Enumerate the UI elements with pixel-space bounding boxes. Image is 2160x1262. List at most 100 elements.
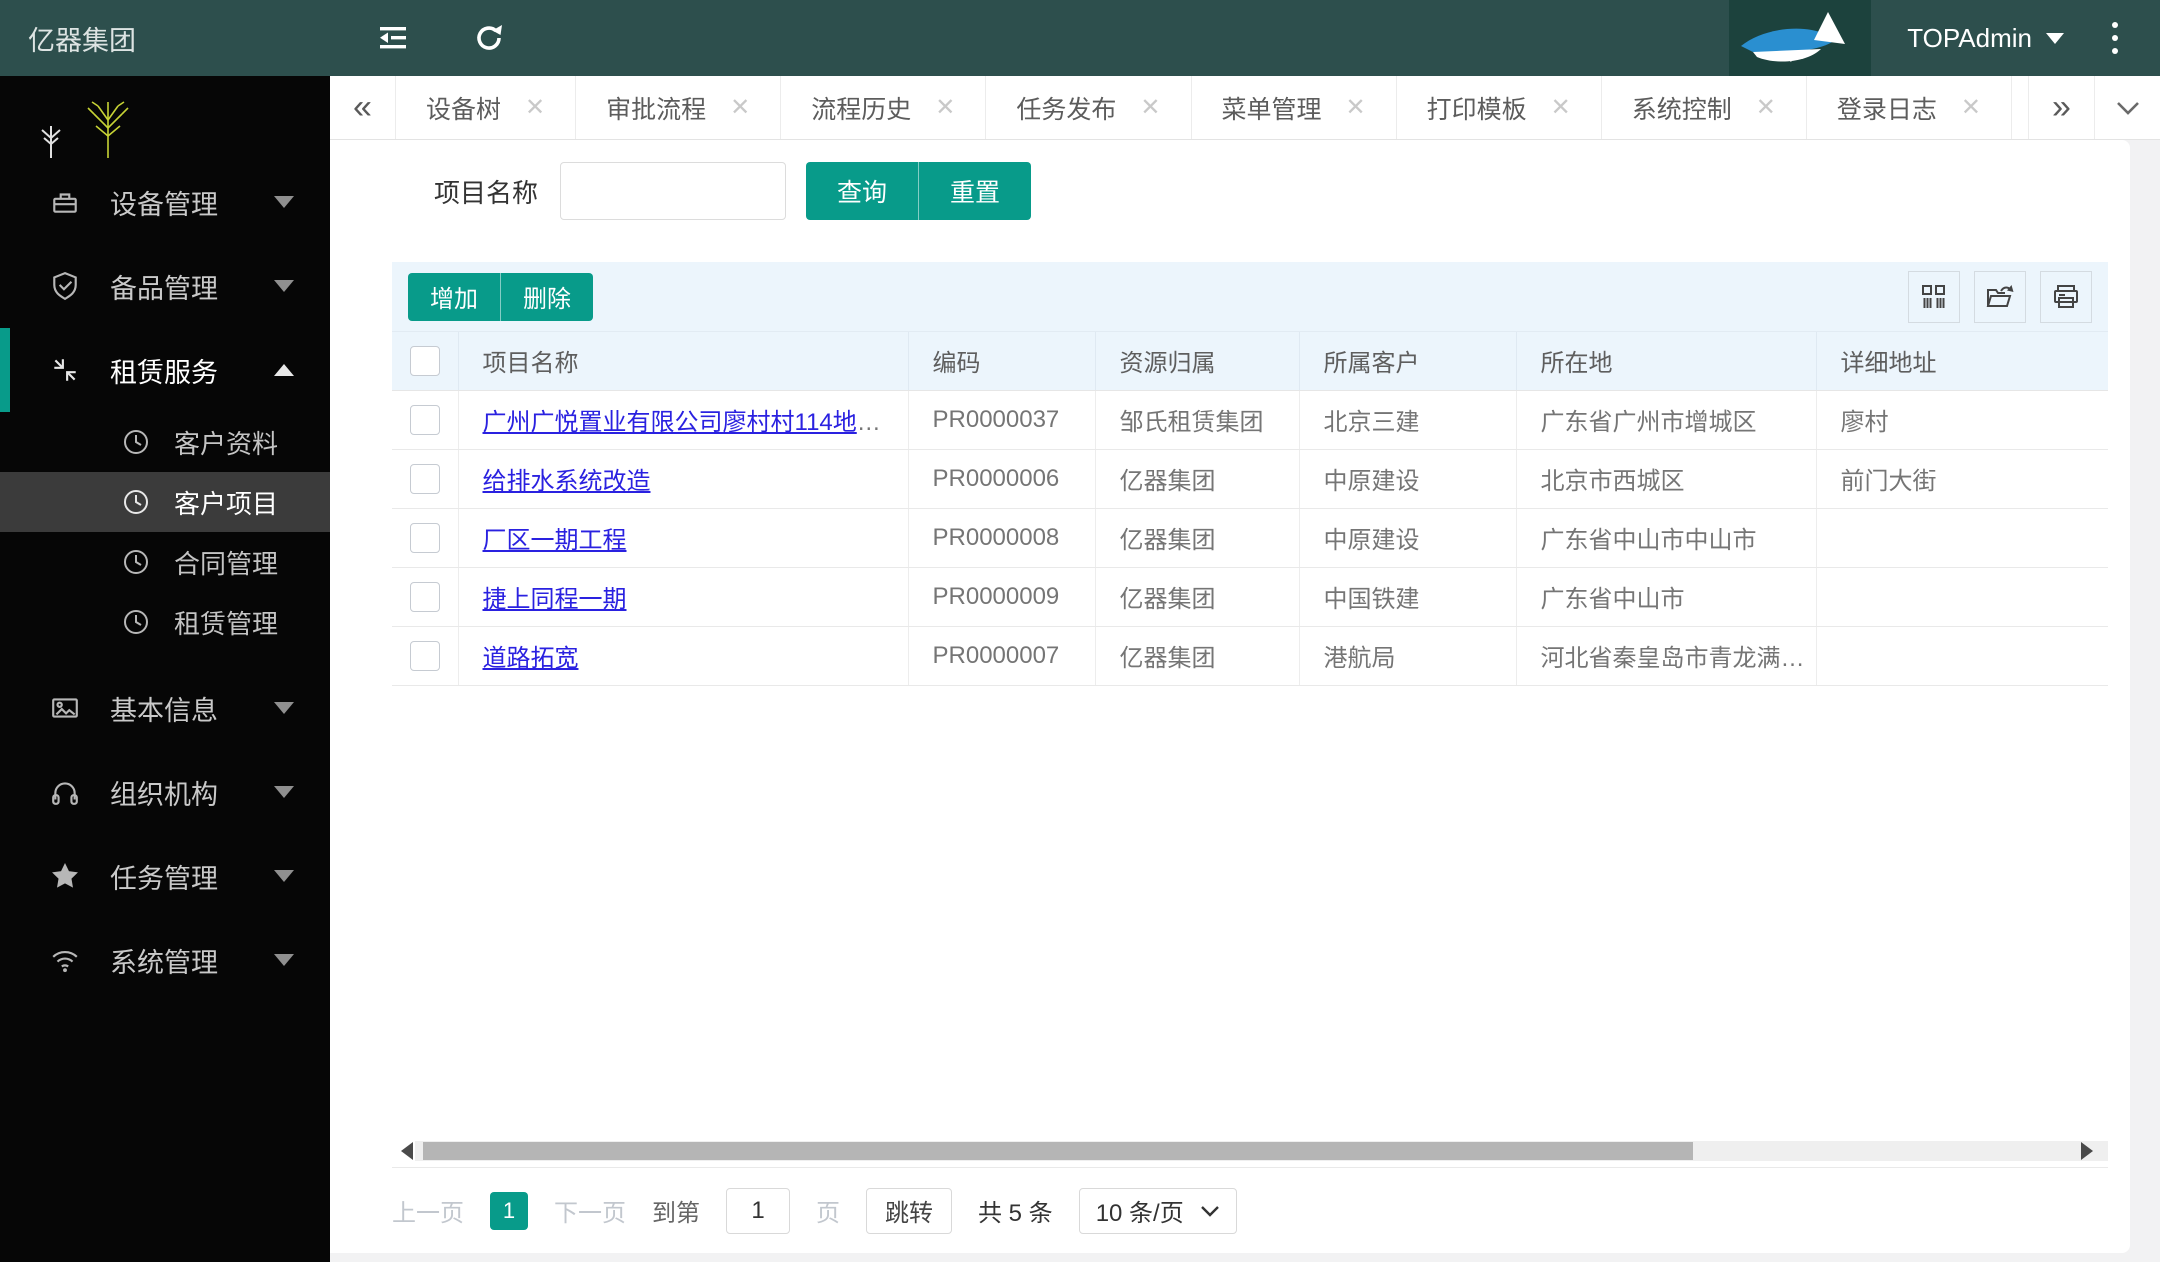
- sidebar-item-system[interactable]: 系统管理: [0, 918, 330, 1002]
- jump-button[interactable]: 跳转: [866, 1187, 952, 1234]
- total-count-label: 共 5 条: [978, 1200, 1053, 1227]
- tabs-strip: 设备树 ✕ 审批流程 ✕ 流程历史 ✕ 任务发布 ✕ 菜单管理 ✕ 打印模板 ✕ 系统控制 ✕…: [396, 76, 2028, 139]
- tab-item[interactable]: 操作日志✕: [2012, 76, 2028, 139]
- delete-button[interactable]: 删除: [500, 272, 593, 321]
- row-checkbox[interactable]: [410, 581, 440, 612]
- sidebar-item-label: 租赁服务: [110, 357, 218, 388]
- close-tab-icon[interactable]: ✕: [1140, 93, 1160, 122]
- clock-icon: [122, 548, 150, 576]
- sidebar-subitem-label: 客户项目: [174, 488, 279, 519]
- goto-prefix-label: 到第: [652, 1200, 700, 1227]
- table-row: 广州广悦置业有限公司廖村村114地块商... PR0000037 邹氏租赁集团 …: [392, 390, 2108, 450]
- horizontal-scrollbar: [392, 1141, 2108, 1161]
- tab-item[interactable]: 审批流程 ✕: [576, 76, 782, 139]
- project-link[interactable]: 道路拓宽: [483, 645, 579, 672]
- column-header: 所在地: [1516, 332, 1817, 391]
- yellow-tree-icon: [82, 98, 134, 160]
- clock-icon: [122, 488, 150, 516]
- sidebar-item-rental[interactable]: 租赁服务: [0, 328, 330, 412]
- page-size-select[interactable]: 10 条/页: [1078, 1187, 1237, 1234]
- tab-item[interactable]: 打印模板 ✕: [1397, 76, 1602, 139]
- sidebar-item-label: 基本信息: [110, 695, 218, 726]
- sidebar-subitem-customer-data[interactable]: 客户资料: [0, 412, 330, 472]
- sidebar-item-spareparts[interactable]: 备品管理: [0, 244, 330, 328]
- columns-icon[interactable]: [1908, 270, 1960, 323]
- export-icon[interactable]: [1974, 270, 2026, 323]
- tab-item[interactable]: 任务发布 ✕: [986, 76, 1192, 139]
- close-tab-icon[interactable]: ✕: [1551, 93, 1571, 122]
- next-page-button[interactable]: 下一页: [554, 1193, 626, 1228]
- scrollbar-track[interactable]: [415, 1141, 2108, 1161]
- goto-suffix-label: 页: [816, 1200, 840, 1227]
- sidebar-item-basic-info[interactable]: 基本信息: [0, 666, 330, 750]
- close-tab-icon[interactable]: ✕: [935, 93, 955, 122]
- tabs-menu-button[interactable]: [2094, 76, 2160, 139]
- user-name: TOPAdmin: [1907, 22, 2032, 53]
- outdent-icon[interactable]: [376, 23, 410, 53]
- sidebar-item-label: 系统管理: [110, 947, 218, 978]
- reset-button[interactable]: 重置: [918, 162, 1032, 220]
- content-card: 项目名称 查询 重置 增加 删除 项目名称 编码 资源归属 所属客户 所在地 详…: [330, 140, 2130, 1253]
- sidebar-subitem-label: 租赁管理: [174, 608, 279, 639]
- column-header: 所属客户: [1299, 332, 1517, 391]
- column-header: 详细地址: [1816, 332, 2108, 391]
- close-tab-icon[interactable]: ✕: [1346, 93, 1366, 122]
- tab-item[interactable]: 登录日志 ✕: [1807, 76, 2012, 139]
- sidebar-item-equipment[interactable]: 设备管理: [0, 160, 330, 244]
- chevron-down-icon: [274, 786, 294, 808]
- tab-item[interactable]: 流程历史 ✕: [781, 76, 987, 139]
- row-checkbox[interactable]: [410, 463, 440, 494]
- pagination-bar: 上一页 1 下一页 到第 页 跳转 共 5 条 10 条/页: [392, 1167, 2108, 1253]
- table-toolbar: 增加 删除: [392, 262, 2108, 332]
- print-icon[interactable]: [2040, 270, 2092, 323]
- headphones-icon: [50, 777, 80, 807]
- scrollbar-thumb[interactable]: [423, 1142, 1693, 1160]
- query-button[interactable]: 查询: [806, 162, 919, 220]
- tab-item[interactable]: 系统控制 ✕: [1602, 76, 1807, 139]
- chevron-down-icon: [2046, 32, 2064, 53]
- row-checkbox[interactable]: [410, 404, 440, 435]
- wifi-icon: [50, 945, 80, 975]
- table-row: 厂区一期工程 PR0000008 亿器集团 中原建设 广东省中山市中山市: [392, 508, 2108, 568]
- prev-page-button[interactable]: 上一页: [392, 1193, 464, 1228]
- add-button[interactable]: 增加: [408, 272, 500, 321]
- sidebar-item-organization[interactable]: 组织机构: [0, 750, 330, 834]
- project-link[interactable]: 厂区一期工程: [483, 527, 627, 554]
- column-header: 资源归属: [1095, 332, 1300, 391]
- current-page-button[interactable]: 1: [490, 1191, 528, 1230]
- clock-icon: [122, 428, 150, 456]
- project-link[interactable]: 捷上同程一期: [483, 586, 627, 613]
- project-link[interactable]: 广州广悦置业有限公司廖村村114地块商...: [483, 409, 908, 436]
- search-form: 项目名称 查询 重置: [330, 162, 2130, 220]
- scroll-right-arrow-icon[interactable]: [2081, 1142, 2102, 1160]
- project-link[interactable]: 给排水系统改造: [483, 468, 651, 495]
- goto-page-input[interactable]: [726, 1187, 790, 1234]
- scroll-left-arrow-icon[interactable]: [392, 1142, 413, 1160]
- row-checkbox[interactable]: [410, 522, 440, 553]
- sidebar-subitem-contract[interactable]: 合同管理: [0, 532, 330, 592]
- sidebar-subitem-customer-project[interactable]: 客户项目: [0, 472, 330, 532]
- shark-logo: [1729, 0, 1872, 76]
- sidebar-subitem-lease[interactable]: 租赁管理: [0, 592, 330, 652]
- clock-icon: [122, 608, 150, 636]
- sidebar-item-label: 任务管理: [110, 863, 218, 894]
- tab-item[interactable]: 设备树 ✕: [396, 76, 577, 139]
- select-all-checkbox[interactable]: [410, 345, 440, 376]
- close-tab-icon[interactable]: ✕: [1961, 93, 1981, 122]
- small-tree-icon[interactable]: [36, 124, 66, 160]
- project-name-input[interactable]: [560, 162, 787, 220]
- image-icon: [50, 693, 80, 723]
- tab-bar: « 设备树 ✕ 审批流程 ✕ 流程历史 ✕ 任务发布 ✕ 菜单管理 ✕ 打印模板 ✕ 系统控…: [330, 76, 2160, 140]
- tab-item[interactable]: 菜单管理 ✕: [1192, 76, 1397, 139]
- user-menu[interactable]: TOPAdmin: [1907, 23, 2064, 54]
- refresh-icon[interactable]: [472, 21, 506, 55]
- close-tab-icon[interactable]: ✕: [1756, 93, 1776, 122]
- row-checkbox[interactable]: [410, 640, 440, 671]
- sidebar-item-tasks[interactable]: 任务管理: [0, 834, 330, 918]
- close-tab-icon[interactable]: ✕: [730, 93, 750, 122]
- more-vertical-icon[interactable]: [2112, 22, 2118, 54]
- close-tab-icon[interactable]: ✕: [525, 93, 545, 122]
- tabs-scroll-left-button[interactable]: «: [330, 76, 396, 139]
- projects-table: 项目名称 编码 资源归属 所属客户 所在地 详细地址 广州广悦置业有限公司廖村村…: [392, 332, 2108, 686]
- tabs-scroll-right-button[interactable]: »: [2028, 76, 2094, 139]
